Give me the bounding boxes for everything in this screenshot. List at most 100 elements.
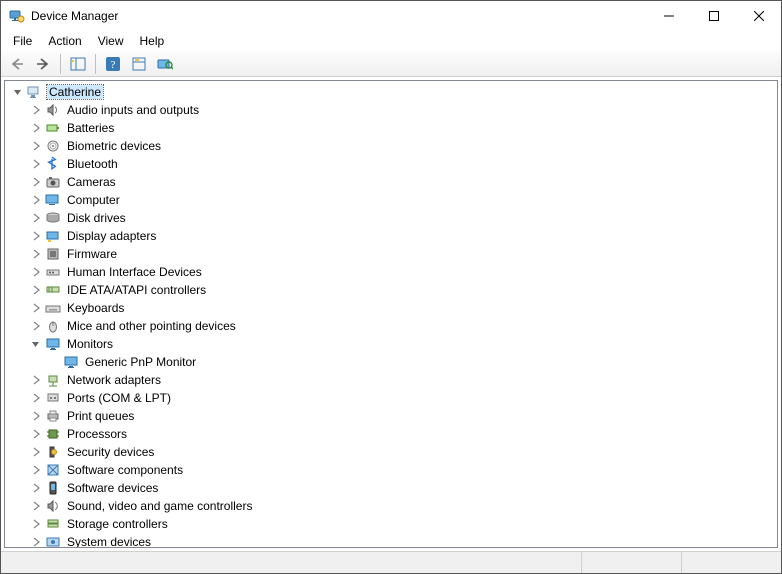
close-button[interactable] <box>736 1 781 31</box>
device-tree[interactable]: Catherine Audio inputs and outputs Batteri… <box>5 81 777 547</box>
tree-row[interactable]: Software components <box>5 461 777 479</box>
tree-row-label: System devices <box>65 535 153 547</box>
tree-row-label: Print queues <box>65 409 136 423</box>
chevron-right-icon[interactable] <box>29 445 43 459</box>
tree-row[interactable]: Software devices <box>5 479 777 497</box>
tree-row[interactable]: Cameras <box>5 173 777 191</box>
tree-row[interactable]: Mice and other pointing devices <box>5 317 777 335</box>
chevron-right-icon[interactable] <box>29 409 43 423</box>
titlebar: Device Manager <box>1 1 781 31</box>
computer-root-icon <box>27 84 43 100</box>
tree-row[interactable]: Audio inputs and outputs <box>5 101 777 119</box>
scan-hardware-button[interactable] <box>153 53 177 75</box>
tree-row[interactable]: Sound, video and game controllers <box>5 497 777 515</box>
tree-row[interactable]: Processors <box>5 425 777 443</box>
tree-row[interactable]: Biometric devices <box>5 137 777 155</box>
chevron-down-icon[interactable] <box>29 337 43 351</box>
disk-icon <box>45 210 61 226</box>
tree-row[interactable]: Generic PnP Monitor <box>5 353 777 371</box>
chevron-right-icon[interactable] <box>29 517 43 531</box>
toolbar-separator <box>95 54 96 74</box>
chevron-right-icon[interactable] <box>29 283 43 297</box>
chevron-right-icon[interactable] <box>29 301 43 315</box>
chevron-right-icon[interactable] <box>29 193 43 207</box>
tree-container: Catherine Audio inputs and outputs Batteri… <box>4 80 778 548</box>
tree-row-label: Network adapters <box>65 373 163 387</box>
monitor-icon <box>63 354 79 370</box>
chevron-right-icon[interactable] <box>29 211 43 225</box>
hid-icon <box>45 264 61 280</box>
chevron-right-icon[interactable] <box>29 499 43 513</box>
tree-row[interactable]: Display adapters <box>5 227 777 245</box>
tree-row[interactable]: Catherine <box>5 83 777 101</box>
tree-row-label: Audio inputs and outputs <box>65 103 201 117</box>
computer-icon <box>45 192 61 208</box>
tree-row-label: Disk drives <box>65 211 128 225</box>
tree-row[interactable]: System devices <box>5 533 777 547</box>
mouse-icon <box>45 318 61 334</box>
monitor-icon <box>45 336 61 352</box>
bluetooth-icon <box>45 156 61 172</box>
tree-row[interactable]: Disk drives <box>5 209 777 227</box>
chevron-right-icon[interactable] <box>29 319 43 333</box>
battery-icon <box>45 120 61 136</box>
tree-row[interactable]: Batteries <box>5 119 777 137</box>
tree-row-label: Cameras <box>65 175 118 189</box>
menu-help[interactable]: Help <box>132 32 173 50</box>
tree-row[interactable]: Storage controllers <box>5 515 777 533</box>
chevron-down-icon[interactable] <box>11 85 25 99</box>
tree-row[interactable]: IDE ATA/ATAPI controllers <box>5 281 777 299</box>
tree-row[interactable]: Network adapters <box>5 371 777 389</box>
tree-row-label: Sound, video and game controllers <box>65 499 254 513</box>
chevron-right-icon[interactable] <box>29 139 43 153</box>
tree-row-label: Biometric devices <box>65 139 163 153</box>
chevron-right-icon[interactable] <box>29 175 43 189</box>
chevron-right-icon[interactable] <box>29 247 43 261</box>
properties-button[interactable] <box>127 53 151 75</box>
cpu-icon <box>45 426 61 442</box>
tree-row[interactable]: Security devices <box>5 443 777 461</box>
chevron-right-icon[interactable] <box>29 265 43 279</box>
tree-row[interactable]: Print queues <box>5 407 777 425</box>
tree-row[interactable]: Human Interface Devices <box>5 263 777 281</box>
tree-row[interactable]: Monitors <box>5 335 777 353</box>
chevron-right-icon[interactable] <box>29 535 43 547</box>
port-icon <box>45 390 61 406</box>
chevron-right-icon[interactable] <box>29 391 43 405</box>
tree-row-label: Human Interface Devices <box>65 265 204 279</box>
minimize-button[interactable] <box>646 1 691 31</box>
tree-row-label: Storage controllers <box>65 517 170 531</box>
tree-row-label: Display adapters <box>65 229 158 243</box>
tree-row[interactable]: Keyboards <box>5 299 777 317</box>
tree-row[interactable]: Bluetooth <box>5 155 777 173</box>
chevron-right-icon[interactable] <box>29 121 43 135</box>
maximize-button[interactable] <box>691 1 736 31</box>
chevron-right-icon[interactable] <box>29 229 43 243</box>
show-console-tree-button[interactable] <box>66 53 90 75</box>
tree-row[interactable]: Computer <box>5 191 777 209</box>
tree-row[interactable]: Firmware <box>5 245 777 263</box>
toolbar: ? <box>1 51 781 77</box>
properties-icon <box>131 56 147 72</box>
tree-row[interactable]: Ports (COM & LPT) <box>5 389 777 407</box>
keyboard-icon <box>45 300 61 316</box>
chevron-right-icon[interactable] <box>29 373 43 387</box>
forward-button[interactable] <box>31 53 55 75</box>
chevron-right-icon[interactable] <box>29 427 43 441</box>
tree-row-label: Security devices <box>65 445 156 459</box>
chevron-right-icon[interactable] <box>29 463 43 477</box>
chevron-right-icon[interactable] <box>29 481 43 495</box>
menubar: File Action View Help <box>1 31 781 51</box>
menu-action[interactable]: Action <box>40 32 89 50</box>
toolbar-separator <box>60 54 61 74</box>
menu-view[interactable]: View <box>90 32 132 50</box>
speaker-icon <box>45 102 61 118</box>
window-controls <box>646 1 781 31</box>
menu-file[interactable]: File <box>5 32 40 50</box>
chevron-right-icon[interactable] <box>29 157 43 171</box>
chevron-right-icon[interactable] <box>29 103 43 117</box>
back-button[interactable] <box>5 53 29 75</box>
sound-icon <box>45 498 61 514</box>
help-button[interactable]: ? <box>101 53 125 75</box>
tree-row-label: Keyboards <box>65 301 126 315</box>
